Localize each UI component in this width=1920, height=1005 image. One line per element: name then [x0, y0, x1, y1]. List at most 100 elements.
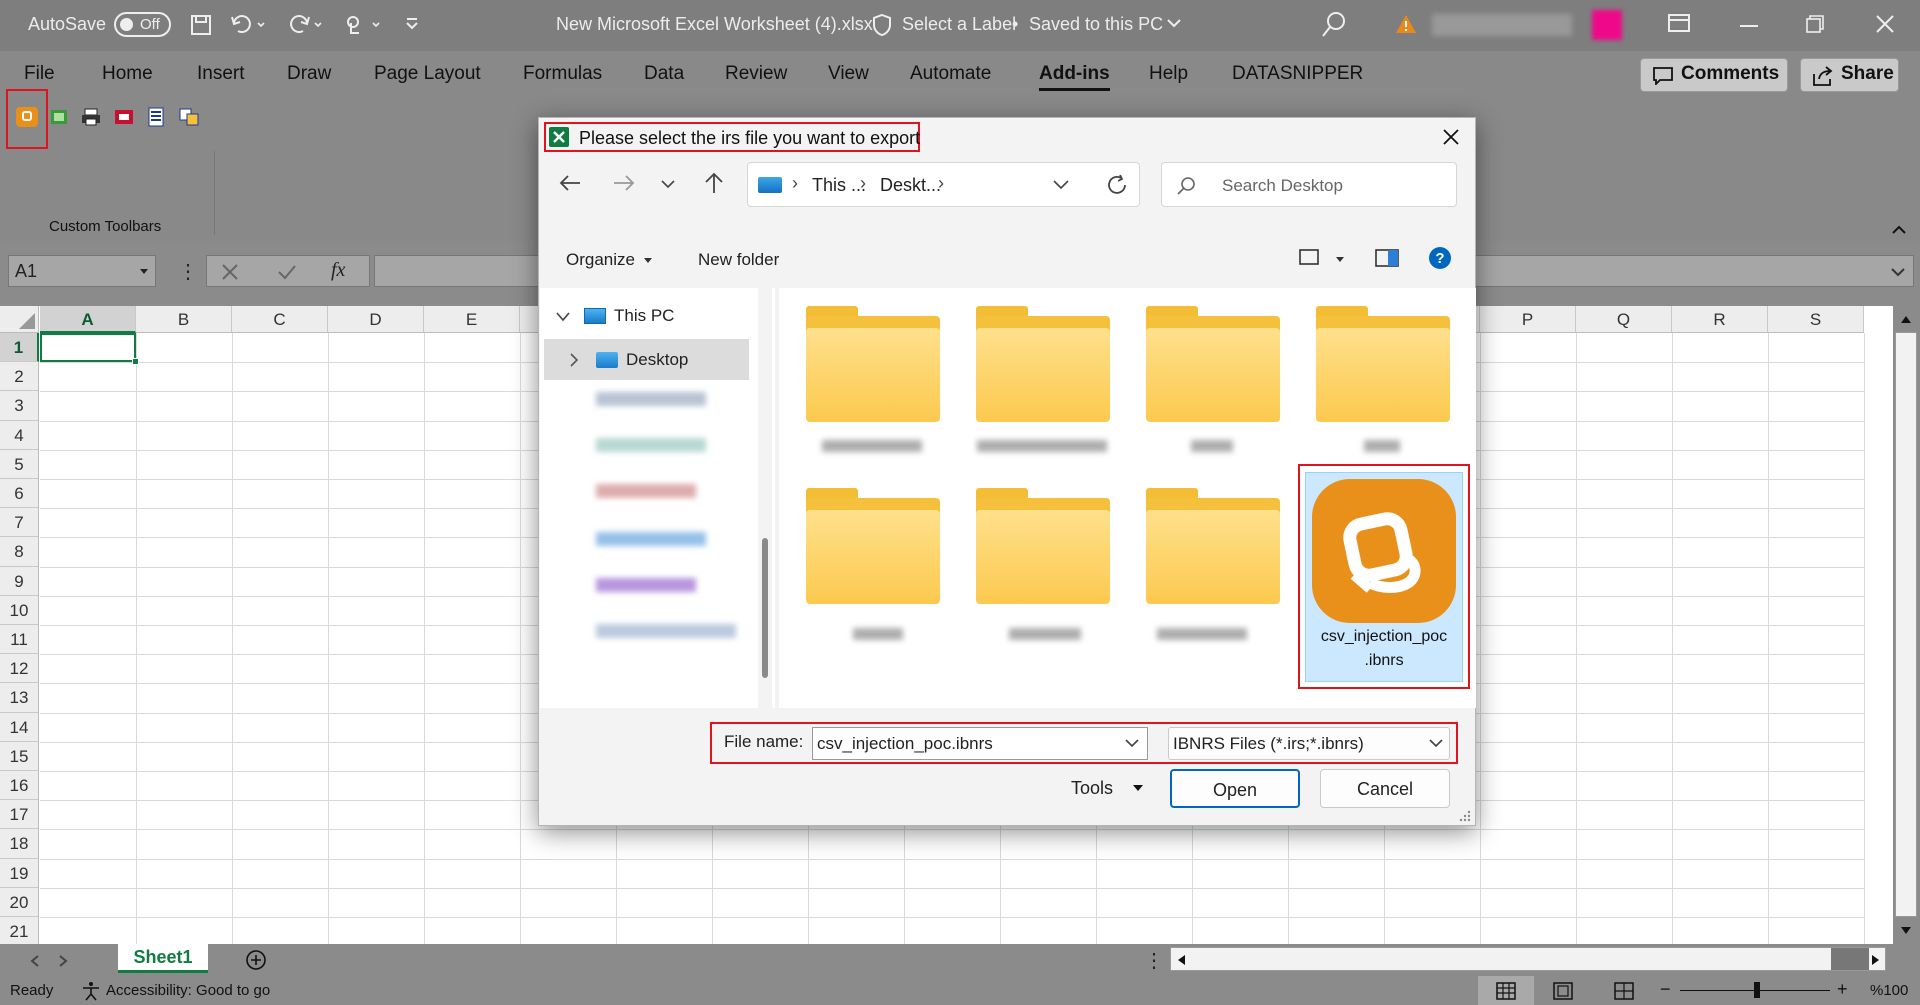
column-header-d[interactable]: D: [328, 306, 424, 333]
fill-handle[interactable]: [132, 358, 139, 365]
ribbon-display-icon[interactable]: [1668, 14, 1690, 34]
folder-icon[interactable]: [1146, 488, 1280, 604]
copy-tool-icon[interactable]: [178, 107, 200, 127]
avatar[interactable]: [1592, 10, 1622, 40]
zoom-in-icon[interactable]: +: [1837, 979, 1848, 1000]
close-window-icon[interactable]: [1876, 15, 1894, 33]
folder-icon[interactable]: [806, 306, 940, 422]
expand-formula-icon[interactable]: [1891, 268, 1905, 277]
horizontal-scrollbar[interactable]: [1170, 947, 1886, 971]
row-header-11[interactable]: 11: [0, 625, 39, 655]
column-header-e[interactable]: E: [424, 306, 520, 333]
row-header-20[interactable]: 20: [0, 887, 39, 917]
select-all-corner[interactable]: [0, 306, 39, 333]
folder-icon[interactable]: [976, 488, 1110, 604]
preview-pane-icon[interactable]: [1375, 248, 1399, 268]
file-name-input[interactable]: csv_injection_poc.ibnrs: [812, 727, 1148, 760]
autosave-toggle[interactable]: Off: [114, 12, 171, 37]
add-sheet-icon[interactable]: [245, 949, 267, 971]
row-header-21[interactable]: 21: [0, 917, 39, 944]
row-header-5[interactable]: 5: [0, 449, 39, 479]
row-header-17[interactable]: 17: [0, 800, 39, 830]
address-bar[interactable]: › This ... › Deskt... ›: [747, 162, 1140, 207]
tab-review[interactable]: Review: [725, 63, 787, 85]
tree-desktop-row[interactable]: Desktop: [544, 339, 749, 380]
row-header-4[interactable]: 4: [0, 420, 39, 450]
page-layout-icon[interactable]: [1553, 982, 1573, 1000]
expand-this-pc-icon[interactable]: [556, 312, 570, 322]
up-folder-icon[interactable]: [704, 172, 724, 194]
label-status[interactable]: Select a Label: [902, 14, 1016, 35]
zoom-level[interactable]: %100: [1870, 982, 1908, 999]
row-header-8[interactable]: 8: [0, 537, 39, 567]
tab-data[interactable]: Data: [644, 63, 684, 85]
chevron-down-icon[interactable]: [1167, 18, 1181, 28]
insert-function-button[interactable]: fx: [331, 259, 345, 282]
tools-button[interactable]: Tools: [1071, 778, 1113, 799]
row-header-7[interactable]: 7: [0, 508, 39, 538]
tree-item-redacted[interactable]: [596, 438, 706, 452]
scroll-up-icon[interactable]: [1900, 314, 1912, 324]
row-header-18[interactable]: 18: [0, 829, 39, 859]
undo-icon[interactable]: [230, 13, 266, 37]
column-header-q[interactable]: Q: [1576, 306, 1672, 333]
row-header-19[interactable]: 19: [0, 858, 39, 888]
scroll-down-icon[interactable]: [1900, 926, 1912, 936]
new-folder-button[interactable]: New folder: [698, 250, 779, 270]
forward-icon[interactable]: [613, 174, 635, 192]
horizontal-scroll-thumb[interactable]: [1831, 948, 1869, 970]
tree-item-redacted[interactable]: [596, 578, 696, 592]
print-icon[interactable]: [80, 107, 102, 127]
tree-item-redacted[interactable]: [596, 484, 696, 498]
save-status[interactable]: Saved to this PC: [1029, 14, 1163, 35]
document-blue-icon[interactable]: [145, 107, 167, 127]
organize-chevron-icon[interactable]: [643, 257, 653, 264]
red-tool-icon[interactable]: [113, 107, 135, 127]
row-header-10[interactable]: 10: [0, 595, 39, 625]
open-button[interactable]: Open: [1170, 769, 1300, 808]
ibnrs-app-icon[interactable]: [16, 107, 38, 127]
close-dialog-icon[interactable]: [1442, 128, 1460, 146]
row-header-3[interactable]: 3: [0, 391, 39, 421]
refresh-icon[interactable]: [1106, 174, 1128, 196]
column-header-b[interactable]: B: [136, 306, 232, 333]
breadcrumb-this-pc[interactable]: This ...: [812, 175, 866, 196]
view-mode-chevron-icon[interactable]: [1335, 256, 1345, 263]
export-green-icon[interactable]: [48, 107, 70, 127]
tab-help[interactable]: Help: [1149, 63, 1188, 85]
row-header-16[interactable]: 16: [0, 771, 39, 801]
folder-icon[interactable]: [976, 306, 1110, 422]
minimize-icon[interactable]: [1740, 24, 1758, 28]
tab-file[interactable]: File: [24, 63, 55, 85]
cancel-entry-icon[interactable]: [221, 263, 239, 281]
comments-button[interactable]: Comments: [1640, 58, 1788, 92]
help-icon[interactable]: ?: [1428, 246, 1452, 270]
selected-file-item[interactable]: csv_injection_poc .ibnrs: [1305, 472, 1463, 682]
tab-page-layout[interactable]: Page Layout: [374, 63, 481, 85]
share-button[interactable]: Share: [1800, 58, 1899, 92]
name-box[interactable]: A1: [8, 255, 156, 287]
search-box[interactable]: Search Desktop: [1161, 162, 1457, 207]
tab-options-icon[interactable]: ⋮: [1144, 948, 1164, 973]
tab-datasnipper[interactable]: DATASNIPPER: [1232, 63, 1363, 85]
column-header-s[interactable]: S: [1768, 306, 1864, 333]
row-header-9[interactable]: 9: [0, 566, 39, 596]
zoom-out-icon[interactable]: −: [1660, 979, 1671, 1000]
column-header-p[interactable]: P: [1480, 306, 1576, 333]
folder-icon[interactable]: [1146, 306, 1280, 422]
column-header-c[interactable]: C: [232, 306, 328, 333]
row-header-6[interactable]: 6: [0, 479, 39, 509]
zoom-slider-thumb[interactable]: [1754, 982, 1760, 998]
save-icon[interactable]: [190, 14, 212, 36]
collapse-ribbon-icon[interactable]: [1891, 225, 1907, 235]
normal-view-button[interactable]: [1478, 976, 1534, 1005]
touch-mode-icon[interactable]: [343, 13, 383, 37]
confirm-entry-icon[interactable]: [277, 263, 297, 281]
active-cell-a1[interactable]: [40, 333, 139, 365]
tab-home[interactable]: Home: [102, 63, 153, 85]
tree-item-redacted[interactable]: [596, 624, 736, 638]
address-history-icon[interactable]: [1053, 180, 1069, 190]
row-header-15[interactable]: 15: [0, 741, 39, 771]
expand-desktop-icon[interactable]: [570, 353, 578, 367]
back-icon[interactable]: [559, 174, 581, 192]
